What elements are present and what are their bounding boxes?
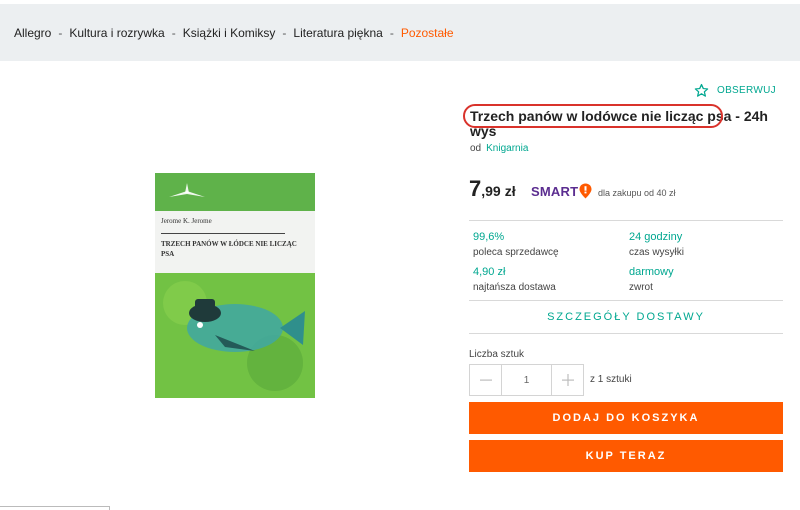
divider: [469, 333, 783, 334]
smart-label: SMART: [531, 183, 579, 199]
stat-shipping-time-label: czas wysyłki: [629, 247, 685, 258]
breadcrumb-item-ksiazki[interactable]: Książki i Komiksy: [183, 26, 276, 40]
breadcrumb-separator: -: [58, 25, 63, 40]
price-currency: zł: [504, 183, 516, 199]
breadcrumb-separator: -: [282, 25, 287, 40]
bottom-edge-frame: [0, 506, 110, 510]
red-annotation-circle: [463, 104, 723, 128]
smart-note: dla zakupu od 40 zł: [598, 188, 676, 198]
breadcrumb-item-allegro[interactable]: Allegro: [14, 26, 51, 40]
price-integer: 7: [469, 176, 482, 201]
price: 7 ,99 zł: [469, 176, 516, 202]
cover-author: Jerome K. Jerome: [161, 217, 212, 225]
smart-badge[interactable]: SMART: [531, 183, 592, 199]
book-cover-image[interactable]: Jerome K. Jerome TRZECH PANÓW W ŁÓDCE NI…: [155, 173, 315, 398]
stat-recommend-label: poleca sprzedawcę: [473, 247, 559, 258]
breadcrumb: Allegro - Kultura i rozrywka - Książki i…: [0, 4, 800, 61]
divider: [469, 220, 783, 221]
fish-illustration-icon: [155, 273, 315, 398]
star-outline-icon: [694, 83, 709, 97]
minus-icon[interactable]: [470, 365, 501, 395]
add-to-cart-button[interactable]: DODAJ DO KOSZYKA: [469, 402, 783, 434]
quantity-input[interactable]: [501, 365, 552, 395]
watch-button[interactable]: OBSERWUJ: [694, 83, 776, 98]
stat-return-label: zwrot: [629, 282, 653, 293]
quantity-note: z 1 sztuki: [590, 374, 632, 385]
breadcrumb-separator: -: [171, 25, 176, 40]
seller-link[interactable]: Knigarnia: [486, 143, 528, 154]
cover-title: TRZECH PANÓW W ŁÓDCE NIE LICZĄC PSA: [161, 240, 297, 258]
stat-cheapest-delivery-value: 4,90 zł: [473, 266, 506, 278]
breadcrumb-item-kultura[interactable]: Kultura i rozrywka: [69, 26, 164, 40]
seller-prefix: od: [470, 143, 482, 154]
delivery-details-link[interactable]: SZCZEGÓŁY DOSTAWY: [469, 311, 783, 323]
cover-divider: [161, 233, 285, 234]
stat-cheapest-delivery-label: najtańsza dostawa: [473, 282, 556, 293]
breadcrumb-item-pozostale[interactable]: Pozostałe: [401, 26, 454, 40]
stat-recommend-value: 99,6%: [473, 231, 505, 243]
price-decimal: ,99: [481, 183, 501, 199]
buy-now-button[interactable]: KUP TERAZ: [469, 440, 783, 472]
breadcrumb-separator: -: [389, 25, 394, 40]
quantity-stepper: [469, 364, 584, 396]
plus-icon[interactable]: [552, 365, 583, 395]
divider: [469, 300, 783, 301]
seller-line: od Knigarnia: [470, 143, 528, 154]
stat-shipping-time-value: 24 godziny: [629, 231, 683, 243]
publisher-logo-icon: [169, 183, 205, 197]
breadcrumb-item-literatura[interactable]: Literatura piękna: [293, 26, 382, 40]
watch-label: OBSERWUJ: [717, 85, 776, 96]
stat-return-value: darmowy: [629, 266, 674, 278]
smart-pin-icon: [579, 183, 592, 199]
quantity-label: Liczba sztuk: [469, 349, 525, 360]
